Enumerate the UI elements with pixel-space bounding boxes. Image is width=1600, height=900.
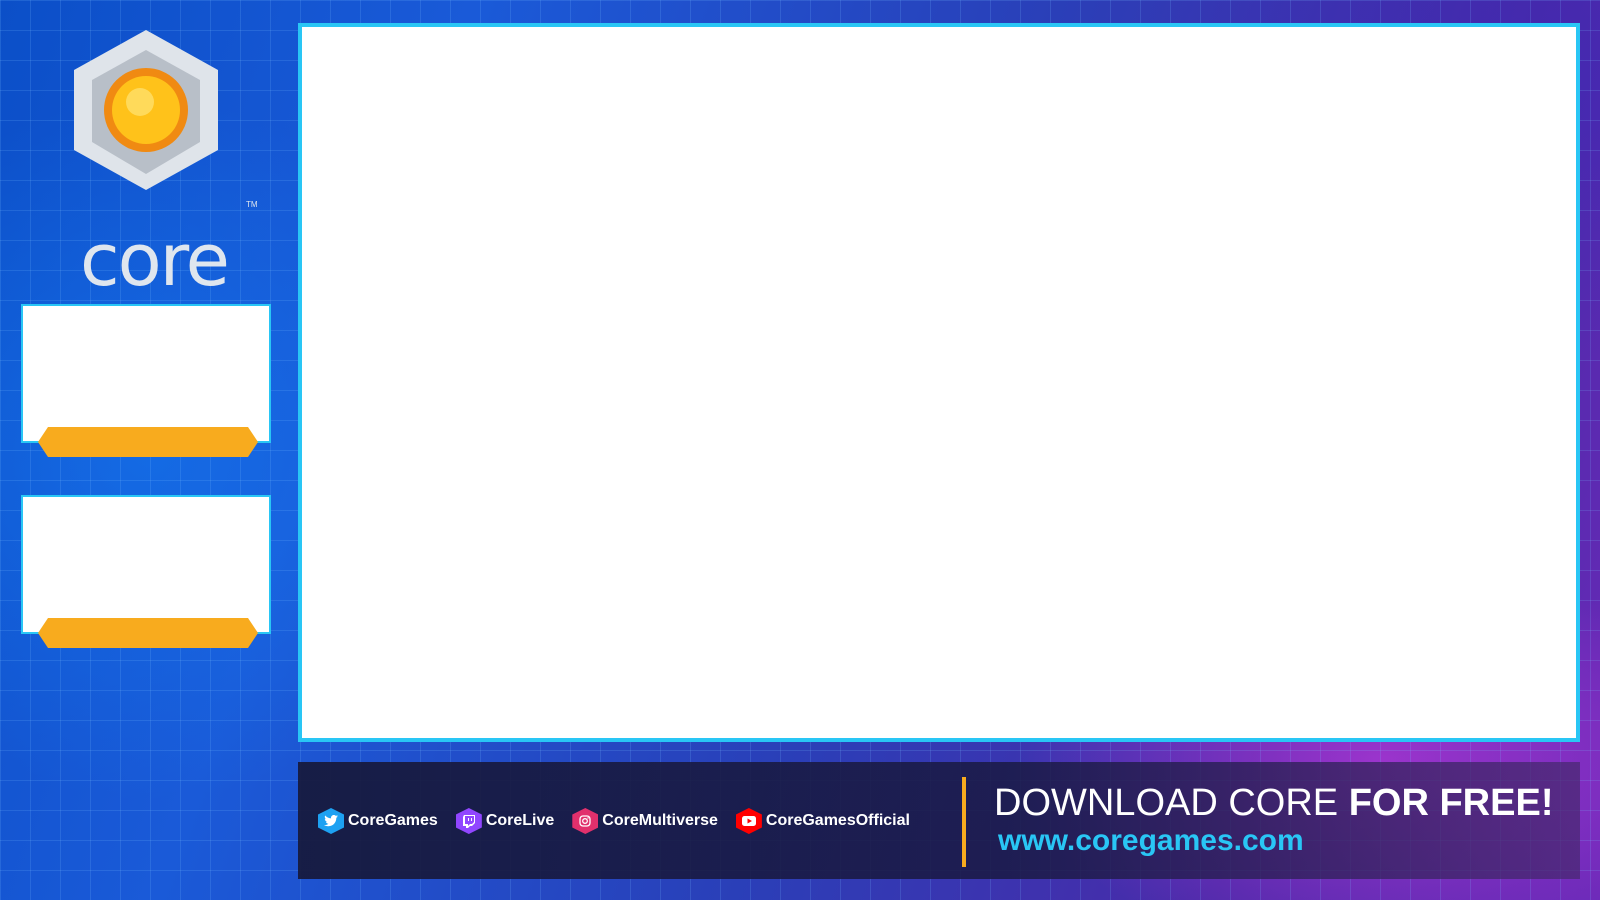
nameplate-1 (38, 427, 258, 457)
bottom-info-bar: CoreGames CoreLive CoreMultiverse CoreGa… (298, 762, 1580, 879)
bar-divider (962, 777, 966, 867)
twitter-icon (318, 808, 344, 834)
social-instagram[interactable]: CoreMultiverse (572, 808, 718, 834)
webcam-slot-2 (21, 495, 271, 634)
social-twitter[interactable]: CoreGames (318, 808, 438, 834)
social-label-youtube: CoreGamesOfficial (765, 812, 910, 829)
social-twitch[interactable]: CoreLive (455, 808, 555, 834)
trademark-symbol: TM (246, 200, 258, 209)
social-label-twitch: CoreLive (485, 812, 555, 829)
download-cta: DOWNLOAD CORE FOR FREE! (994, 782, 1553, 825)
youtube-icon (735, 808, 762, 834)
cta-emphasis: FOR FREE! (1348, 782, 1554, 824)
social-label-twitter: CoreGames (348, 812, 438, 829)
main-gameplay-screen (298, 23, 1580, 742)
core-hexagon-icon (74, 30, 218, 190)
social-label-instagram: CoreMultiverse (602, 812, 718, 829)
twitch-icon (455, 808, 482, 834)
webcam-slot-1 (21, 304, 271, 443)
social-youtube[interactable]: CoreGamesOfficial (735, 808, 910, 834)
website-url[interactable]: www.coregames.com (998, 824, 1304, 858)
nameplate-2 (38, 618, 258, 648)
social-links: CoreGames CoreLive CoreMultiverse CoreGa… (318, 804, 928, 838)
logo-wordmark: CORE (80, 218, 230, 302)
cta-prefix: DOWNLOAD CORE (994, 782, 1349, 824)
core-logo: CORE TM (40, 30, 260, 302)
instagram-icon (572, 808, 599, 834)
